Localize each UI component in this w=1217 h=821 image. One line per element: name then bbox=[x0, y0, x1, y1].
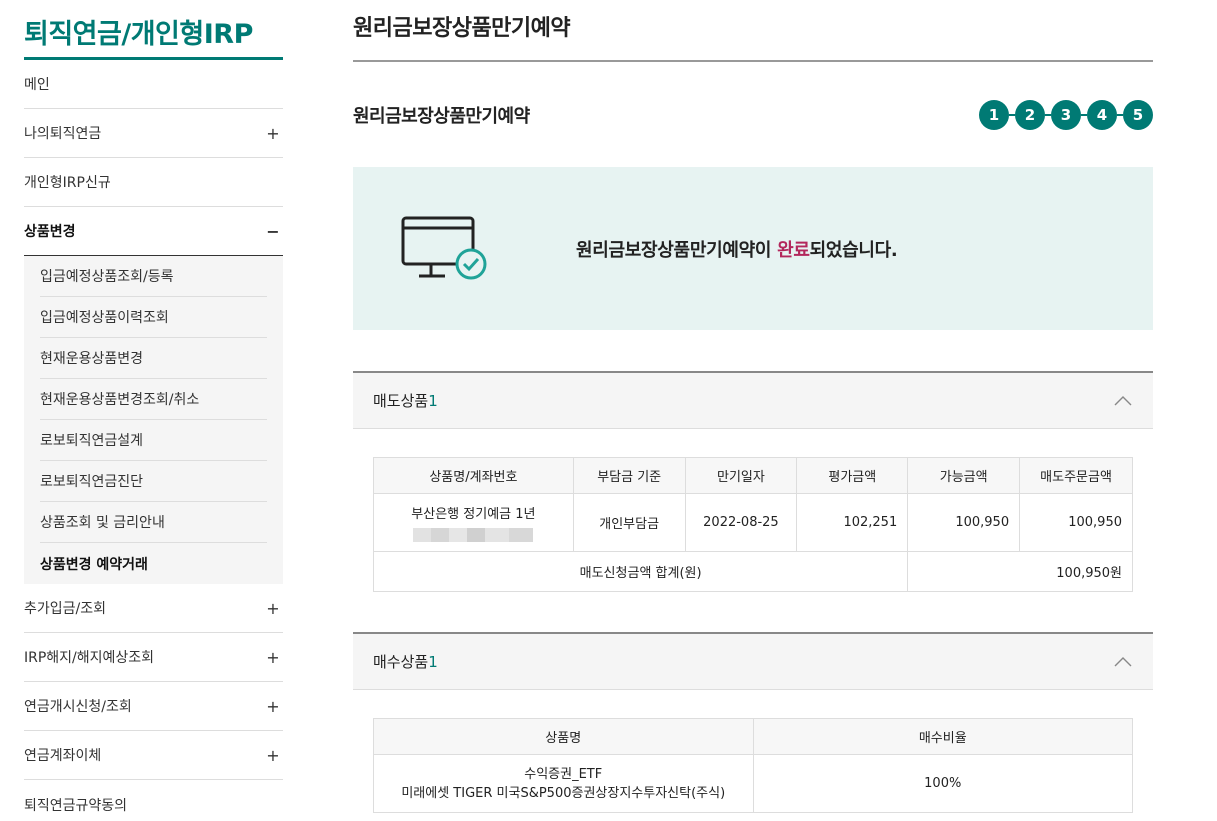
step-3: 3 bbox=[1051, 99, 1081, 130]
plus-icon: + bbox=[266, 696, 280, 716]
column-header: 부담금 기준 bbox=[572, 457, 686, 494]
main-content: 원리금보장상품만기예약 원리금보장상품만기예약 1 2 3 4 5 원리금보장상… bbox=[353, 0, 1153, 821]
sidebar-item-label: 나의퇴직연금 bbox=[24, 126, 102, 142]
sidebar-item-my-pension[interactable]: 나의퇴직연금 + bbox=[24, 109, 283, 158]
complete-msg-highlight: 완료 bbox=[777, 239, 810, 261]
sidebar-item-irp-cancel[interactable]: IRP해지/해지예상조회 + bbox=[24, 633, 283, 682]
product-name-cell: 부산은행 정기예금 1년 bbox=[373, 493, 574, 552]
column-header: 만기일자 bbox=[684, 457, 798, 494]
minus-icon: − bbox=[266, 221, 280, 241]
sidebar-item-label: 메인 bbox=[24, 77, 50, 93]
sum-row: 매도신청금액 합계(원) 100,950원 bbox=[372, 551, 1133, 592]
table-header-row: 상품명 매수비율 bbox=[373, 718, 1133, 755]
complete-message: 원리금보장상품만기예약이 완료되었습니다. bbox=[576, 236, 898, 262]
sidebar-item-label: 연금계좌이체 bbox=[24, 748, 102, 764]
submenu-item-current[interactable]: 상품변경 예약거래 bbox=[40, 543, 267, 584]
sell-label: 매도상품 bbox=[373, 392, 429, 410]
column-header: 매도주문금액 bbox=[1019, 457, 1133, 494]
avail-amount-cell: 100,950 bbox=[907, 493, 1021, 552]
order-amount-cell: 100,950 bbox=[1019, 493, 1133, 552]
basis-cell: 개인부담금 bbox=[572, 493, 686, 552]
submenu-item[interactable]: 상품조회 및 금리안내 bbox=[40, 502, 267, 543]
sidebar-item-pension-start[interactable]: 연금개시신청/조회 + bbox=[24, 682, 283, 731]
complete-msg-text: 되었습니다. bbox=[809, 239, 898, 261]
chevron-up-icon[interactable] bbox=[1113, 655, 1133, 669]
sell-section-title: 매도상품1 bbox=[373, 390, 438, 411]
buy-label: 매수상품 bbox=[373, 653, 429, 671]
complete-panel: 원리금보장상품만기예약이 완료되었습니다. bbox=[353, 167, 1153, 330]
plus-icon: + bbox=[266, 598, 280, 618]
sidebar: 퇴직연금/개인형IRP 메인 나의퇴직연금 + 개인형IRP신규 상품변경 − … bbox=[24, 0, 283, 821]
sidebar-item-add-deposit[interactable]: 추가입금/조회 + bbox=[24, 584, 283, 633]
step-2: 2 bbox=[1015, 99, 1045, 130]
table-row: 수익증권_ETF 미래에셋 TIGER 미국S&P500증권상장지수투자신탁(주… bbox=[373, 754, 1133, 813]
table-header-row: 상품명/계좌번호 부담금 기준 만기일자 평가금액 가능금액 매도주문금액 bbox=[373, 457, 1133, 494]
buy-count: 1 bbox=[428, 653, 438, 671]
monitor-check-icon bbox=[401, 216, 487, 279]
column-header: 평가금액 bbox=[796, 457, 909, 494]
plus-icon: + bbox=[266, 647, 280, 667]
sidebar-item-label: IRP해지/해지예상조회 bbox=[24, 650, 155, 666]
sum-value: 100,950원 bbox=[907, 551, 1133, 592]
page-title: 원리금보장상품만기예약 bbox=[353, 0, 1153, 62]
maturity-cell: 2022-08-25 bbox=[684, 493, 798, 552]
buy-ratio-cell: 100% bbox=[752, 754, 1133, 813]
table-row: 부산은행 정기예금 1년 개인부담금 2022-08-25 102,251 10… bbox=[373, 493, 1133, 552]
sell-section: 매도상품1 상품명/계좌번호 부담금 기준 만기일자 평가금액 가능금액 매도주… bbox=[353, 371, 1153, 612]
chevron-up-icon[interactable] bbox=[1113, 394, 1133, 408]
column-header: 상품명/계좌번호 bbox=[373, 457, 574, 494]
submenu-item[interactable]: 현재운용상품변경조회/취소 bbox=[40, 379, 267, 420]
product-name: 부산은행 정기예금 1년 bbox=[411, 507, 536, 522]
sidebar-item-irp-new[interactable]: 개인형IRP신규 bbox=[24, 158, 283, 207]
sidebar-item-label: 상품변경 bbox=[24, 224, 76, 240]
step-1: 1 bbox=[979, 99, 1009, 130]
sidebar-item-pension-transfer[interactable]: 연금계좌이체 + bbox=[24, 731, 283, 780]
column-header: 상품명 bbox=[373, 718, 754, 755]
buy-section: 매수상품1 상품명 매수비율 수익증권_ETF 미래에셋 TIGER 미국S&P… bbox=[353, 632, 1153, 821]
step-5: 5 bbox=[1123, 99, 1153, 130]
buy-product-name: 미래에셋 TIGER 미국S&P500증권상장지수투자신탁(주식) bbox=[401, 785, 726, 801]
step-indicator: 1 2 3 4 5 bbox=[979, 99, 1153, 130]
sub-title: 원리금보장상품만기예약 bbox=[353, 105, 530, 127]
submenu-item[interactable]: 로보퇴직연금설계 bbox=[40, 420, 267, 461]
sidebar-item-product-change[interactable]: 상품변경 − bbox=[24, 207, 283, 256]
submenu: 입금예정상품조회/등록 입금예정상품이력조회 현재운용상품변경 현재운용상품변경… bbox=[24, 256, 283, 584]
buy-section-title: 매수상품1 bbox=[373, 651, 438, 672]
plus-icon: + bbox=[266, 123, 280, 143]
sell-table-wrap: 상품명/계좌번호 부담금 기준 만기일자 평가금액 가능금액 매도주문금액 부산… bbox=[353, 429, 1153, 612]
buy-section-header[interactable]: 매수상품1 bbox=[353, 632, 1153, 690]
sell-count: 1 bbox=[428, 392, 438, 410]
buy-table-wrap: 상품명 매수비율 수익증권_ETF 미래에셋 TIGER 미국S&P500증권상… bbox=[353, 690, 1153, 821]
plus-icon: + bbox=[266, 745, 280, 765]
submenu-item[interactable]: 입금예정상품조회/등록 bbox=[40, 256, 267, 297]
complete-msg-text: 원리금보장상품만기예약이 bbox=[576, 239, 778, 261]
submenu-item[interactable]: 현재운용상품변경 bbox=[40, 338, 267, 379]
submenu-item[interactable]: 로보퇴직연금진단 bbox=[40, 461, 267, 502]
column-header: 가능금액 bbox=[907, 457, 1021, 494]
sell-table: 상품명/계좌번호 부담금 기준 만기일자 평가금액 가능금액 매도주문금액 부산… bbox=[372, 457, 1133, 592]
buy-table: 상품명 매수비율 수익증권_ETF 미래에셋 TIGER 미국S&P500증권상… bbox=[373, 718, 1133, 813]
masked-account-number bbox=[413, 528, 534, 542]
step-4: 4 bbox=[1087, 99, 1117, 130]
buy-product-category: 수익증권_ETF bbox=[524, 766, 603, 782]
sidebar-item-label: 추가입금/조회 bbox=[24, 601, 106, 617]
sidebar-item-label: 연금개시신청/조회 bbox=[24, 699, 132, 715]
sell-section-header[interactable]: 매도상품1 bbox=[353, 371, 1153, 429]
sub-header: 원리금보장상품만기예약 1 2 3 4 5 bbox=[353, 62, 1153, 167]
sidebar-title: 퇴직연금/개인형IRP bbox=[24, 0, 283, 60]
submenu-item[interactable]: 입금예정상품이력조회 bbox=[40, 297, 267, 338]
sidebar-item-main[interactable]: 메인 bbox=[24, 60, 283, 109]
buy-product-cell: 수익증권_ETF 미래에셋 TIGER 미국S&P500증권상장지수투자신탁(주… bbox=[373, 754, 754, 813]
column-header: 매수비율 bbox=[752, 718, 1133, 755]
sidebar-item-agreement[interactable]: 퇴직연금규약동의 bbox=[24, 780, 283, 821]
eval-amount-cell: 102,251 bbox=[796, 493, 909, 552]
sidebar-item-label: 개인형IRP신규 bbox=[24, 175, 111, 191]
sidebar-item-label: 퇴직연금규약동의 bbox=[24, 797, 128, 814]
sum-label: 매도신청금액 합계(원) bbox=[372, 551, 909, 592]
